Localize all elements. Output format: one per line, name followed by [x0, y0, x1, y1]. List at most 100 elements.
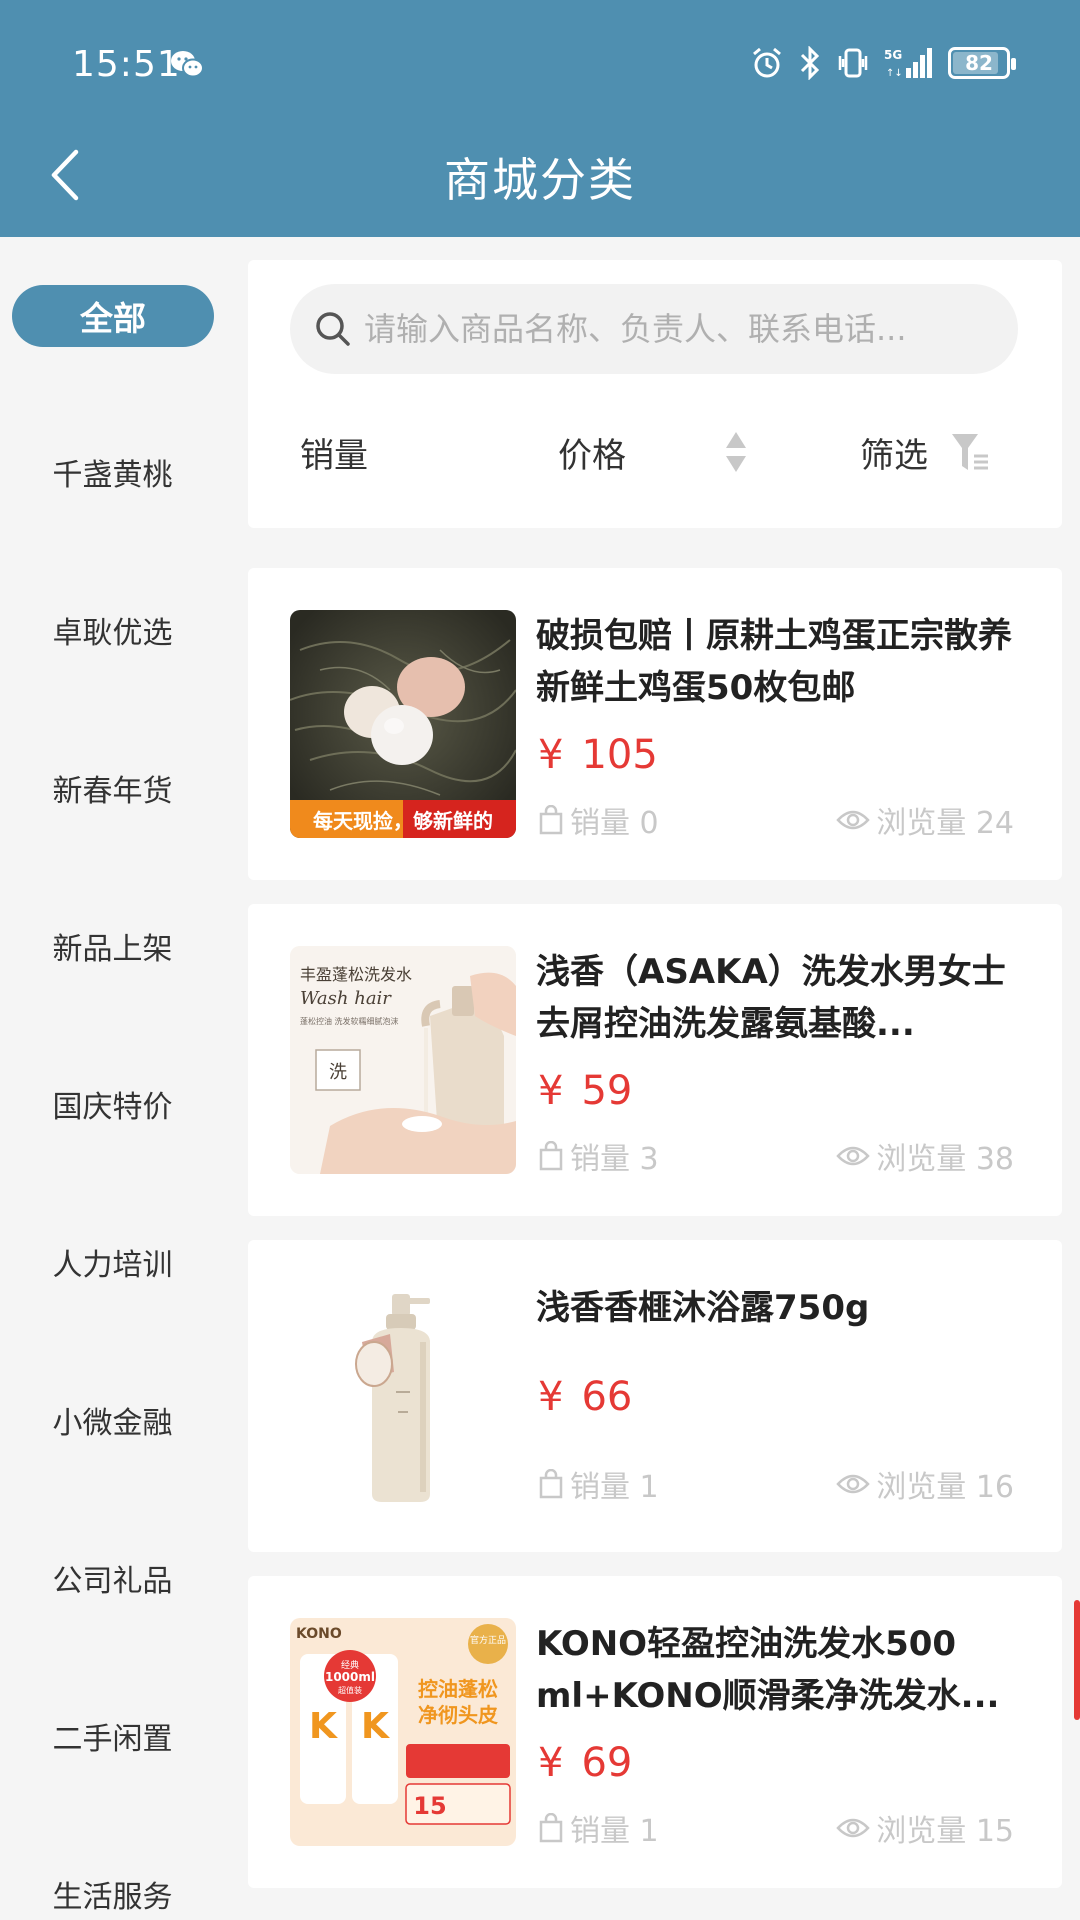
sort-sales-label: 销量 — [300, 435, 368, 476]
product-price: ¥69 — [538, 1740, 632, 1786]
sidebar-item-label: 新春年货 — [52, 774, 173, 809]
svg-text:官方正品: 官方正品 — [470, 1634, 506, 1646]
view-count: 浏览量 24 — [876, 806, 1014, 841]
sidebar-item-label: 二手闲置 — [52, 1722, 173, 1757]
svg-text:Wash hair: Wash hair — [300, 988, 392, 1009]
sidebar-item-new-year-goods[interactable]: 新春年货 — [0, 753, 225, 823]
search-input[interactable] — [364, 310, 994, 348]
product-title: 破损包赔丨原耕土鸡蛋正宗散养新鲜土鸡蛋50枚包邮 — [536, 616, 1012, 708]
currency-symbol: ¥ — [538, 732, 564, 778]
price-value: 105 — [581, 732, 658, 778]
sidebar-item-label: 国庆特价 — [52, 1090, 173, 1125]
eye-icon — [836, 810, 870, 830]
shopping-bag-icon — [539, 1813, 563, 1843]
shopping-bag-icon — [539, 1469, 563, 1499]
bluetooth-icon — [800, 46, 820, 80]
filter-button[interactable]: 筛选 — [860, 420, 990, 484]
product-meta: 销量 0 浏览量 24 — [538, 800, 1014, 841]
sort-bar: 销量 价格 筛选 — [248, 420, 1062, 484]
sidebar-item-second-hand[interactable]: 二手闲置 — [0, 1701, 225, 1771]
currency-symbol: ¥ — [538, 1068, 564, 1114]
sidebar-item-zhuogeng-select[interactable]: 卓耿优选 — [0, 595, 225, 665]
sidebar-item-label: 全部 — [80, 299, 146, 338]
shopping-bag-icon — [539, 805, 563, 835]
sort-by-price[interactable]: 价格 — [558, 420, 626, 484]
price-value: 69 — [581, 1740, 633, 1786]
currency-symbol: ¥ — [538, 1374, 564, 1420]
sidebar-item-yellow-peach[interactable]: 千盏黄桃 — [0, 437, 225, 507]
svg-text:超值装: 超值装 — [338, 1685, 362, 1695]
view-count: 浏览量 16 — [876, 1470, 1014, 1505]
wechat-icon — [171, 51, 204, 78]
alarm-icon — [753, 47, 781, 78]
sidebar-item-label: 卓耿优选 — [52, 616, 173, 651]
product-image-eggs: 每天现捡，够新鲜的 — [290, 610, 516, 838]
product-price: ¥66 — [538, 1374, 632, 1420]
sales-count: 销量 1 — [570, 1814, 659, 1849]
price-value: 66 — [581, 1374, 633, 1420]
svg-text:1000ml: 1000ml — [325, 1670, 375, 1684]
status-time: 15:51 — [72, 44, 181, 85]
vibrate-icon — [838, 48, 868, 78]
svg-text:15: 15 — [413, 1792, 446, 1820]
view-count: 浏览量 15 — [876, 1814, 1014, 1849]
eye-icon — [836, 1818, 870, 1838]
svg-text:K: K — [361, 1706, 390, 1747]
product-price: ¥105 — [538, 732, 658, 778]
sales-count: 销量 0 — [570, 806, 659, 841]
svg-text:控油蓬松: 控油蓬松 — [418, 1677, 498, 1701]
sidebar-item-label: 公司礼品 — [52, 1564, 173, 1599]
svg-text:K: K — [309, 1706, 338, 1747]
sidebar-item-label: 千盏黄桃 — [52, 458, 173, 493]
svg-text:洗: 洗 — [329, 1062, 347, 1083]
product-title: 浅香（ASAKA）洗发水男女士去屑控油洗发露氨基酸... — [536, 952, 1006, 1044]
product-card[interactable]: 浅香香榧沐浴露750g ¥66 销量 1 浏览量 16 — [248, 1240, 1062, 1552]
sidebar-item-all[interactable]: 全部 — [12, 285, 214, 347]
product-meta: 销量 3 浏览量 38 — [538, 1136, 1014, 1177]
view-count: 浏览量 38 — [876, 1142, 1014, 1177]
sidebar-item-label: 人力培训 — [52, 1248, 173, 1283]
status-icons: 5G ↑↓ 82 — [750, 46, 1016, 80]
sidebar-item-new-arrivals[interactable]: 新品上架 — [0, 911, 225, 981]
image-banner-text: 每天现捡，够新鲜的 — [313, 809, 493, 833]
product-card[interactable]: KONO 官方正品 K K 经典 1000ml 超值装 控油蓬松 净彻头皮 15… — [248, 1576, 1062, 1888]
battery-indicator: 82 — [948, 47, 1016, 79]
svg-text:净彻头皮: 净彻头皮 — [418, 1703, 498, 1727]
sidebar-item-label: 新品上架 — [52, 932, 173, 967]
filter-icon — [952, 434, 988, 470]
currency-symbol: ¥ — [538, 1740, 564, 1786]
sales-count: 销量 1 — [570, 1470, 659, 1505]
price-value: 59 — [581, 1068, 633, 1114]
scroll-indicator — [1074, 1600, 1080, 1720]
product-price: ¥59 — [538, 1068, 632, 1114]
eye-icon — [836, 1474, 870, 1494]
sidebar-item-company-gifts[interactable]: 公司礼品 — [0, 1543, 225, 1613]
svg-text:蓬松控油 洗发软糯细腻泡沫: 蓬松控油 洗发软糯细腻泡沫 — [300, 1016, 399, 1026]
sidebar-item-life-services[interactable]: 生活服务 — [0, 1859, 225, 1920]
product-image-body-wash — [290, 1282, 516, 1510]
sort-by-sales[interactable]: 销量 — [300, 420, 368, 484]
sidebar-item-micro-finance[interactable]: 小微金融 — [0, 1385, 225, 1455]
sidebar-item-hr-training[interactable]: 人力培训 — [0, 1227, 225, 1297]
search-bar[interactable] — [290, 284, 1018, 374]
shopping-bag-icon — [539, 1141, 563, 1171]
product-title: 浅香香榧沐浴露750g — [536, 1288, 870, 1328]
svg-text:↑↓: ↑↓ — [886, 68, 903, 79]
product-image-shampoo: 丰盈蓬松洗发水 Wash hair 蓬松控油 洗发软糯细腻泡沫 洗 — [290, 946, 516, 1174]
sidebar-item-national-day-sale[interactable]: 国庆特价 — [0, 1069, 225, 1139]
eye-icon — [836, 1146, 870, 1166]
product-title: KONO轻盈控油洗发水500 ml+KONO顺滑柔净洗发水... — [536, 1624, 1000, 1716]
sales-count: 销量 3 — [570, 1142, 659, 1177]
product-card[interactable]: 每天现捡，够新鲜的 破损包赔丨原耕土鸡蛋正宗散养新鲜土鸡蛋50枚包邮 ¥105 … — [248, 568, 1062, 880]
sidebar-item-label: 生活服务 — [52, 1880, 173, 1915]
sort-arrows-icon[interactable] — [724, 430, 748, 474]
product-card[interactable]: 丰盈蓬松洗发水 Wash hair 蓬松控油 洗发软糯细腻泡沫 洗 浅香（ASA… — [248, 904, 1062, 1216]
search-icon — [316, 312, 350, 346]
search-filter-card: 销量 价格 筛选 — [248, 260, 1062, 528]
signal-5g-icon: 5G ↑↓ — [884, 48, 932, 79]
filter-label: 筛选 — [860, 435, 928, 476]
category-sidebar: 全部 千盏黄桃 卓耿优选 新春年货 新品上架 国庆特价 人力培训 小微金融 公司… — [0, 237, 225, 1920]
sidebar-item-label: 小微金融 — [52, 1406, 173, 1441]
status-bar: 15:51 5G ↑↓ 82 — [0, 0, 1080, 130]
product-image-kono-shampoo: KONO 官方正品 K K 经典 1000ml 超值装 控油蓬松 净彻头皮 15 — [290, 1618, 516, 1846]
